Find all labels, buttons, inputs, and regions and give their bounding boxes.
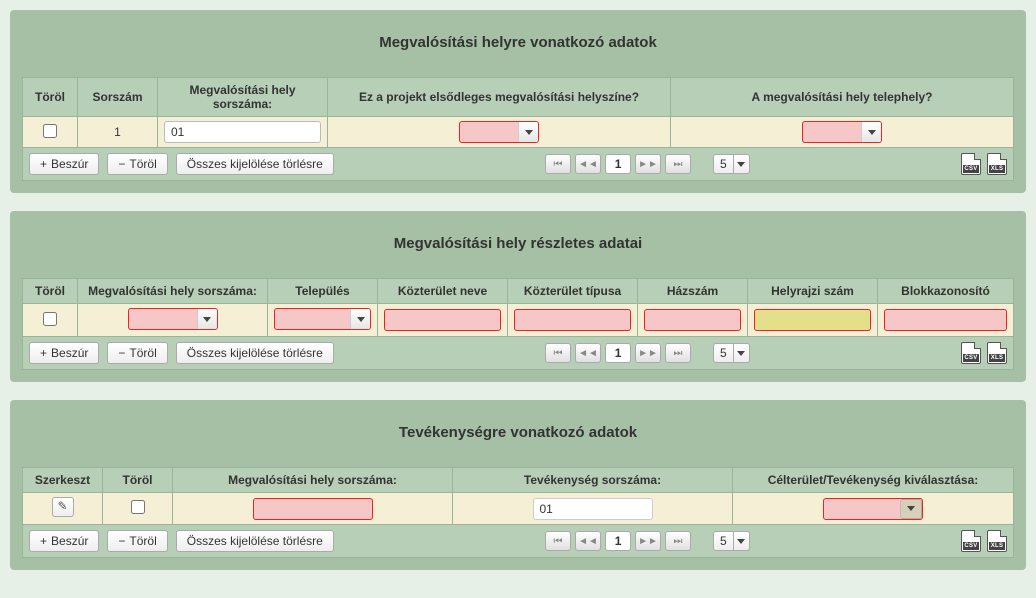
- insert-button[interactable]: +Beszúr: [29, 153, 99, 175]
- chevron-down-icon: [203, 317, 211, 322]
- th-delete: Töröl: [103, 468, 173, 493]
- delete-button[interactable]: −Töröl: [107, 530, 167, 552]
- th-type: Közterület típusa: [508, 279, 638, 304]
- pager-prev-button[interactable]: ◄◄: [575, 531, 601, 551]
- th-site: A megvalósítási hely telephely?: [671, 78, 1014, 117]
- page-size-dropdown[interactable]: [734, 531, 750, 551]
- table-row: 1: [23, 117, 1014, 148]
- export-xls-icon[interactable]: XLS: [987, 153, 1007, 175]
- pager-last-button[interactable]: ⏭: [665, 343, 691, 363]
- town-select[interactable]: [274, 308, 371, 330]
- row-delete-checkbox[interactable]: [131, 500, 145, 514]
- activity-controls: +Beszúr −Töröl Összes kijelölése törlésr…: [22, 525, 1014, 558]
- pager-first-button[interactable]: ⏮: [545, 531, 571, 551]
- activity-table: Szerkeszt Töröl Megvalósítási hely sorsz…: [22, 467, 1014, 525]
- row-delete-checkbox[interactable]: [43, 312, 57, 326]
- panel-location: Megvalósítási helyre vonatkozó adatok Tö…: [10, 10, 1026, 193]
- street-type-input[interactable]: [514, 309, 631, 331]
- export-xls-icon[interactable]: XLS: [987, 342, 1007, 364]
- th-edit: Szerkeszt: [23, 468, 103, 493]
- page-size-value: 5: [713, 531, 734, 551]
- pager-last-button[interactable]: ⏭: [665, 154, 691, 174]
- chevron-down-icon: [737, 539, 745, 544]
- export-csv-icon[interactable]: CSV: [961, 153, 981, 175]
- panel-location-title: Megvalósítási helyre vonatkozó adatok: [22, 22, 1014, 77]
- house-input[interactable]: [644, 309, 741, 331]
- th-seq: Sorszám: [78, 78, 158, 117]
- pager-first-button[interactable]: ⏮: [545, 343, 571, 363]
- locseq-input[interactable]: [164, 121, 321, 143]
- th-actseq: Tevékenység sorszáma:: [453, 468, 733, 493]
- edit-button[interactable]: [52, 497, 74, 517]
- th-primary: Ez a projekt elsődleges megvalósítási he…: [328, 78, 671, 117]
- primary-select[interactable]: [459, 121, 539, 143]
- chevron-down-icon: [737, 351, 745, 356]
- street-input[interactable]: [384, 309, 501, 331]
- chevron-down-icon: [525, 130, 533, 135]
- select-all-button[interactable]: Összes kijelölése törlésre: [176, 153, 334, 175]
- lot-input[interactable]: [754, 309, 871, 331]
- th-delete: Töröl: [23, 78, 78, 117]
- detail-controls: +Beszúr −Töröl Összes kijelölése törlésr…: [22, 337, 1014, 370]
- select-all-button[interactable]: Összes kijelölése törlésre: [176, 530, 334, 552]
- select-all-button[interactable]: Összes kijelölése törlésre: [176, 342, 334, 364]
- th-target: Célterület/Tevékenység kiválasztása:: [733, 468, 1014, 493]
- pager-prev-button[interactable]: ◄◄: [575, 154, 601, 174]
- th-locseq: Megvalósítási hely sorszáma:: [173, 468, 453, 493]
- pager-first-button[interactable]: ⏮: [545, 154, 571, 174]
- pager-next-button[interactable]: ►►: [635, 531, 661, 551]
- target-select[interactable]: [823, 498, 923, 520]
- activity-locseq-input[interactable]: [253, 498, 373, 520]
- cell-seq: 1: [78, 117, 158, 148]
- chevron-down-icon: [357, 317, 365, 322]
- insert-button[interactable]: +Beszúr: [29, 342, 99, 364]
- panel-activity: Tevékenységre vonatkozó adatok Szerkeszt…: [10, 400, 1026, 570]
- page-size-dropdown[interactable]: [734, 343, 750, 363]
- page-size-value: 5: [713, 154, 734, 174]
- chevron-down-icon: [737, 162, 745, 167]
- location-table: Töröl Sorszám Megvalósítási hely sorszám…: [22, 77, 1014, 148]
- export-csv-icon[interactable]: CSV: [961, 342, 981, 364]
- panel-detail: Megvalósítási hely részletes adatai Törö…: [10, 211, 1026, 382]
- th-town: Település: [268, 279, 378, 304]
- location-controls: +Beszúr −Töröl Összes kijelölése törlésr…: [22, 148, 1014, 181]
- table-row: [23, 304, 1014, 337]
- insert-button[interactable]: +Beszúr: [29, 530, 99, 552]
- th-house: Házszám: [638, 279, 748, 304]
- pager-next-button[interactable]: ►►: [635, 343, 661, 363]
- delete-button[interactable]: −Töröl: [107, 342, 167, 364]
- page-size-dropdown[interactable]: [734, 154, 750, 174]
- panel-detail-title: Megvalósítási hely részletes adatai: [22, 223, 1014, 278]
- chevron-down-icon: [907, 506, 915, 511]
- page-size-value: 5: [713, 343, 734, 363]
- row-delete-checkbox[interactable]: [43, 124, 57, 138]
- locseq-select[interactable]: [128, 308, 218, 330]
- th-locseq: Megvalósítási hely sorszáma:: [78, 279, 268, 304]
- th-locseq: Megvalósítási hely sorszáma:: [158, 78, 328, 117]
- delete-button[interactable]: −Töröl: [107, 153, 167, 175]
- export-csv-icon[interactable]: CSV: [961, 530, 981, 552]
- table-row: 01: [23, 493, 1014, 525]
- pager-current: 1: [605, 343, 631, 363]
- chevron-down-icon: [868, 130, 876, 135]
- activity-seq-value: 01: [533, 498, 653, 520]
- pager-current: 1: [605, 531, 631, 551]
- pager-prev-button[interactable]: ◄◄: [575, 343, 601, 363]
- site-select[interactable]: [802, 121, 882, 143]
- th-lot: Helyrajzi szám: [748, 279, 878, 304]
- pager-last-button[interactable]: ⏭: [665, 531, 691, 551]
- th-block: Blokkazonosító: [878, 279, 1014, 304]
- block-input[interactable]: [884, 309, 1007, 331]
- panel-activity-title: Tevékenységre vonatkozó adatok: [22, 412, 1014, 467]
- export-xls-icon[interactable]: XLS: [987, 530, 1007, 552]
- pager-current: 1: [605, 154, 631, 174]
- detail-table: Töröl Megvalósítási hely sorszáma: Telep…: [22, 278, 1014, 337]
- pager-next-button[interactable]: ►►: [635, 154, 661, 174]
- th-delete: Töröl: [23, 279, 78, 304]
- th-street: Közterület neve: [378, 279, 508, 304]
